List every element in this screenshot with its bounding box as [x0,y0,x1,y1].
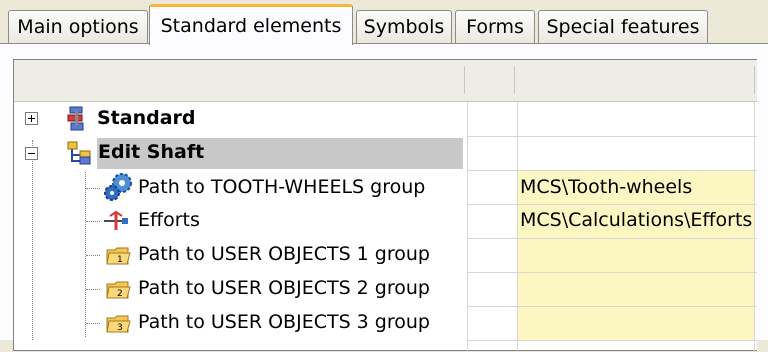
tree-node-label: Edit Shaft [98,141,205,163]
tree-node-label: Efforts [138,209,200,231]
grid-header [14,60,757,102]
folder-3-icon: 3 [106,314,132,338]
value-text[interactable]: MCS\Tooth-wheels [520,176,754,198]
tree-node-label: Path to USER OBJECTS 3 group [138,311,430,333]
svg-text:2: 2 [117,289,123,299]
tree-node-label: Path to USER OBJECTS 1 group [138,243,430,265]
property-tree-grid[interactable]: Standard Edit Shaft Path to TOOTH-WHEELS… [13,59,757,352]
tree-node-user-objects-1[interactable]: 1 Path to USER OBJECTS 1 group [14,238,757,272]
tree-node-standard[interactable]: Standard [14,102,757,136]
tree-node-efforts[interactable]: Efforts MCS\Calculations\Efforts [14,204,757,238]
collapse-icon[interactable] [25,147,38,160]
tree-node-user-objects-2[interactable]: 2 Path to USER OBJECTS 2 group [14,272,757,306]
tab-panel: Standard Edit Shaft Path to TOOTH-WHEELS… [0,43,768,352]
shaft-tree-icon [67,141,95,169]
tab-forms[interactable]: Forms [455,10,535,43]
value-text[interactable]: MCS\Calculations\Efforts [520,209,754,231]
tree-node-user-objects-3[interactable]: 3 Path to USER OBJECTS 3 group [14,306,757,340]
svg-text:1: 1 [117,255,123,265]
tree-node-label: Path to TOOTH-WHEELS group [138,176,426,198]
folder-2-icon: 2 [106,280,132,304]
tree-node-edit-shaft[interactable]: Edit Shaft [14,136,757,170]
tab-bar: Main options Standard elements Symbols F… [0,0,768,45]
svg-text:3: 3 [117,323,123,333]
tree-node-label: Standard [97,107,196,129]
tree-node-tooth-wheels[interactable]: Path to TOOTH-WHEELS group MCS\Tooth-whe… [14,170,757,204]
efforts-icon [102,210,132,236]
expand-icon[interactable] [25,112,38,125]
tree-node-label: Path to USER OBJECTS 2 group [138,277,430,299]
tab-standard-elements[interactable]: Standard elements [149,4,353,45]
tab-symbols[interactable]: Symbols [356,10,452,43]
folder-1-icon: 1 [106,246,132,270]
gears-icon [102,172,134,206]
tab-special-features[interactable]: Special features [538,10,708,43]
standard-elements-icon [66,105,88,137]
tab-main-options[interactable]: Main options [8,10,148,43]
